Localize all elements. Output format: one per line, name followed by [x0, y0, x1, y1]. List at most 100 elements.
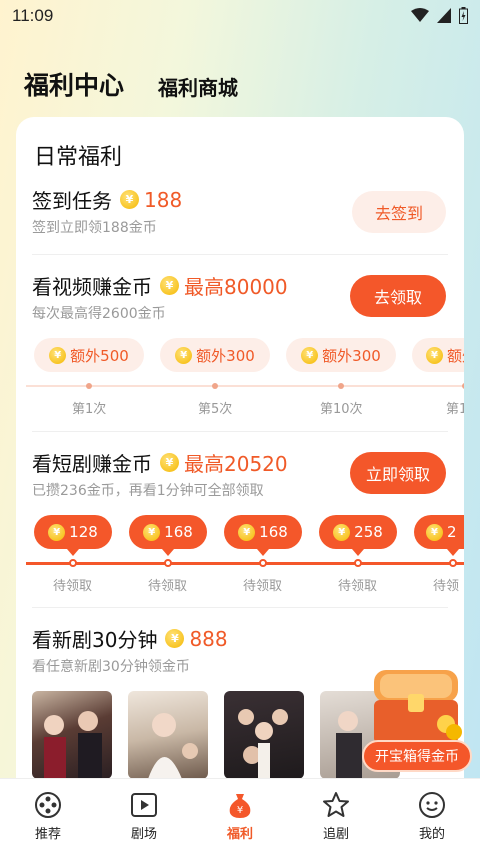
section-title: 日常福利: [34, 145, 123, 170]
nav-item-welfare[interactable]: ¥ 福利: [200, 791, 280, 842]
nav-item-recommend[interactable]: 推荐: [8, 791, 88, 842]
track-dot: [164, 559, 172, 567]
bonus-label: 额外300: [322, 346, 381, 365]
checkin-task: 签到任务 ¥ 188 签到立即领188金币 去签到: [16, 185, 464, 245]
coin-icon: ¥: [143, 523, 161, 541]
drama-subtitle: 已攒236金币，再看1分钟可全部领取: [32, 483, 264, 499]
tick-label: 第1: [446, 402, 464, 417]
reward-status: 待领取: [53, 579, 93, 594]
nav-label: 我的: [418, 827, 445, 842]
track-dot: [449, 559, 457, 567]
nav-label: 剧场: [130, 827, 157, 842]
drama-task: 看短剧赚金币 ¥ 最高20520 已攒236金币，再看1分钟可全部领取 立即领取: [16, 448, 464, 508]
track-dot: [86, 383, 92, 389]
reward-value: 258: [354, 523, 383, 541]
signal-icon: [437, 8, 451, 23]
bonus-pill: ¥ 额外300: [286, 338, 396, 372]
poster-art: [238, 709, 288, 779]
coin-icon: ¥: [160, 276, 179, 295]
nav-label: 福利: [226, 827, 253, 842]
wifi-icon: [411, 8, 429, 22]
bonus-label: 额外300: [196, 346, 255, 365]
film-reel-icon: [35, 792, 61, 818]
coin-icon: ¥: [333, 523, 351, 541]
video-title: 看视频赚金币: [32, 275, 152, 299]
track-dot: [212, 383, 218, 389]
tab-welfare-mall[interactable]: 福利商城: [158, 72, 238, 101]
track-dot: [259, 559, 267, 567]
reward-pill[interactable]: ¥258: [319, 515, 397, 549]
reward-pill[interactable]: ¥128: [34, 515, 112, 549]
video-task: 看视频赚金币 ¥ 最高80000 每次最高得2600金币 去领取: [16, 271, 464, 331]
drama-reward-track: ¥128 ¥168 ¥168 ¥258 ¥2 待领取 待领取 待领取 待领取 待…: [16, 515, 464, 595]
drama-reward: 最高20520: [184, 452, 288, 476]
nav-label: 追剧: [322, 827, 349, 842]
bonus-pill: ¥ 额外300: [160, 338, 270, 372]
checkin-title: 签到任务: [32, 189, 112, 213]
coin-icon: ¥: [49, 346, 67, 364]
drama-claim-button[interactable]: 立即领取: [350, 452, 446, 494]
checkin-reward: 188: [144, 187, 183, 212]
drama-poster[interactable]: [32, 691, 112, 779]
open-chest-button[interactable]: 开宝箱得金币: [362, 740, 472, 772]
face-icon: [419, 792, 445, 818]
checkin-button[interactable]: 去签到: [352, 191, 446, 233]
drama-track-line: [26, 562, 464, 565]
divider: [32, 607, 448, 608]
video-bonus-track: ¥额外500 ¥额外300 ¥额外300 ¥额外 第1次 第5次 第10次 第1: [16, 338, 464, 418]
svg-text:¥: ¥: [237, 805, 243, 816]
reward-pill[interactable]: ¥168: [224, 515, 302, 549]
nav-item-follow[interactable]: 追剧: [296, 791, 376, 842]
pill-pointer: [67, 549, 79, 556]
reward-pill[interactable]: ¥168: [129, 515, 207, 549]
track-dot: [462, 383, 464, 389]
bonus-pill: ¥ 额外500: [34, 338, 144, 372]
battery-icon: [459, 7, 468, 24]
treasure-chest-icon[interactable]: [368, 666, 464, 748]
poster-art: [148, 713, 198, 779]
poster-art: [44, 711, 102, 779]
reward-pill[interactable]: ¥2: [414, 515, 464, 549]
bonus-label: 额外500: [70, 346, 129, 365]
new-drama-subtitle: 看任意新剧30分钟领金币: [32, 659, 190, 675]
checkin-subtitle: 签到立即领188金币: [32, 220, 157, 236]
pill-pointer: [162, 549, 174, 556]
money-bag-icon: ¥: [229, 794, 251, 818]
drama-poster[interactable]: [224, 691, 304, 779]
coin-icon: ¥: [165, 629, 185, 648]
track-dot: [354, 559, 362, 567]
drama-poster[interactable]: [128, 691, 208, 779]
new-drama-title: 看新剧30分钟: [32, 628, 158, 652]
reward-status: 待领取: [243, 579, 283, 594]
nav-item-theater[interactable]: 剧场: [104, 791, 184, 842]
track-dot: [69, 559, 77, 567]
tab-welfare-center[interactable]: 福利中心: [24, 66, 124, 102]
bonus-label: 额外: [447, 346, 464, 365]
coin-icon: ¥: [426, 346, 443, 364]
star-icon: [323, 792, 349, 817]
track-dot: [338, 383, 344, 389]
coin-icon: ¥: [160, 453, 179, 472]
status-bar: 11:09: [0, 0, 480, 34]
coin-icon: ¥: [238, 523, 256, 541]
video-subtitle: 每次最高得2600金币: [32, 306, 166, 322]
play-icon: [131, 793, 157, 817]
pill-pointer: [447, 549, 459, 556]
reward-value: 2: [447, 523, 457, 541]
tick-label: 第1次: [72, 402, 107, 417]
tick-label: 第10次: [320, 402, 363, 417]
reward-value: 168: [164, 523, 193, 541]
status-time: 11:09: [12, 6, 54, 25]
video-claim-button[interactable]: 去领取: [350, 275, 446, 317]
nav-item-mine[interactable]: 我的: [392, 791, 472, 842]
header-tabs: 福利中心 福利商城: [0, 64, 480, 104]
nav-label: 推荐: [34, 827, 61, 842]
pill-pointer: [352, 549, 364, 556]
bottom-nav: 推荐 剧场 ¥ 福利 追剧 我的: [0, 778, 480, 853]
divider: [32, 431, 448, 432]
tick-label: 第5次: [198, 402, 233, 417]
divider: [32, 254, 448, 255]
reward-value: 128: [69, 523, 98, 541]
reward-status: 待领取: [338, 579, 378, 594]
new-drama-reward: 888: [189, 626, 228, 651]
